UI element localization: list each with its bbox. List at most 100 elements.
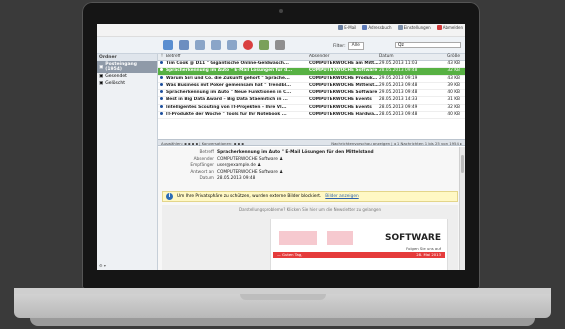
row-from: COMPUTERWOCHE Produkt...	[309, 75, 379, 81]
folder-icon: ▣	[99, 64, 104, 70]
list-pager-bar: Auswählen: ▪ ▪ ▪ ▪ | Konversationen: ▪ ▪…	[158, 139, 465, 146]
table-row[interactable]: Spracherkennung im Auto " E-Mail Lösunge…	[158, 68, 465, 76]
folder-icon: ▣	[99, 74, 104, 79]
filter-label: Filter:	[333, 43, 346, 49]
delete-icon[interactable]	[243, 40, 253, 50]
sidebar-settings-icon[interactable]: ⚙ ▾	[99, 263, 106, 268]
message-date: 28.05.2013 09:48	[217, 176, 256, 181]
message-list: ! Betreff Absender Datum Größe Tim Cook …	[158, 54, 465, 140]
greeting-text: — Guten Tag,	[277, 252, 303, 257]
table-row[interactable]: Intelligentes Scouting von IT-Projekten …	[158, 104, 465, 113]
toplink-1[interactable]: Adressbuch	[362, 25, 392, 30]
newsletter-brand: SOFTWARE	[385, 233, 441, 243]
table-row[interactable]: Tim Cook @ D11 " Gigantische Online-Geld…	[158, 61, 465, 69]
row-subject: IT-Produkte der Woche " Tools für Ihr No…	[166, 112, 287, 118]
row-from: COMPUTERWOCHE Software	[309, 90, 378, 96]
toplink-2[interactable]: Einstellungen	[397, 25, 431, 30]
table-row[interactable]: Warum Siri und Co. die Zukunft gehört " …	[158, 75, 465, 83]
reply-all-icon[interactable]	[211, 40, 221, 50]
row-date: 28.05.2013 14:33	[379, 97, 418, 103]
unread-dot	[160, 61, 163, 64]
unread-dot	[160, 75, 163, 79]
filter-select[interactable]: Alle	[347, 42, 364, 50]
col-subject[interactable]: Betreff	[166, 54, 309, 60]
table-row[interactable]: Was Business mit Poker gemeinsam hat " T…	[158, 82, 465, 91]
table-row[interactable]: Spracherkennung im Auto " Neue Funktione…	[158, 90, 465, 98]
row-date: 29.05.2013 11:03	[379, 61, 418, 66]
toplink-label: Einstellungen	[403, 25, 431, 30]
toplink-label: Abmelden	[442, 25, 463, 30]
row-date: 28.05.2013 09:48	[379, 112, 418, 118]
base-notch	[240, 294, 326, 300]
screen: E-Mail Adressbuch Einstellungen Abmelden Fi…	[97, 24, 465, 270]
row-from: COMPUTERWOCHE Software	[309, 68, 378, 74]
col-size[interactable]: Größe	[434, 54, 460, 60]
blocked-image-placeholder	[327, 231, 353, 245]
col-date[interactable]: Datum	[379, 54, 434, 60]
sidebar-item-0[interactable]: ▣ Posteingang (1954)	[97, 61, 157, 73]
unread-dot	[160, 68, 163, 72]
refresh-mail-icon[interactable]	[163, 40, 173, 50]
select-controls[interactable]: Auswählen: ▪ ▪ ▪ ▪ | Konversationen: ▪ ▪…	[161, 140, 244, 146]
list-header: ! Betreff Absender Datum Größe	[158, 54, 465, 61]
row-date: 28.05.2013 09:49	[379, 104, 418, 110]
row-subject: Tim Cook @ D11 " Gigantische Online-Geld…	[166, 61, 289, 66]
toplink-label: Adressbuch	[368, 25, 392, 30]
row-size: 32 KB	[447, 104, 460, 110]
preview-scrollbar[interactable]	[459, 147, 465, 270]
follow-us-text: Folgen Sie uns auf	[406, 246, 441, 251]
info-icon: i	[166, 193, 173, 200]
sidebar-item-1[interactable]: ▣ Gesendet	[97, 73, 157, 80]
table-row[interactable]: IT-Produkte der Woche " Tools für Ihr No…	[158, 112, 465, 120]
scroll-thumb[interactable]	[461, 155, 464, 173]
row-size: 43 KB	[447, 61, 460, 66]
toplink-3[interactable]: Abmelden	[436, 25, 463, 30]
table-row[interactable]: Best in Big Data Award – Big Data Staemi…	[158, 97, 465, 105]
message-subject: Spracherkennung im Auto " E-Mail Lösunge…	[217, 150, 374, 155]
unread-dot	[160, 82, 163, 86]
newsletter-body: SOFTWARE Folgen Sie uns auf — Guten Tag,…	[270, 219, 448, 270]
message-reply-to[interactable]: COMPUTERWOCHE Software ♟	[217, 170, 283, 175]
camera	[279, 9, 283, 13]
unread-dot-icon	[158, 68, 166, 74]
toplink-icon	[362, 25, 368, 30]
display-problems-text[interactable]: Darstellungsprobleme? Klicken Sie hier u…	[162, 205, 458, 212]
row-date: 29.05.2013 09:19	[379, 75, 418, 81]
unread-dot-icon	[158, 82, 166, 89]
folder-header: Ordner	[97, 54, 157, 61]
unread-dot	[160, 97, 163, 101]
top-links: E-Mail Adressbuch Einstellungen Abmelden	[338, 25, 463, 30]
row-size: 31 KB	[447, 97, 460, 103]
compose-icon[interactable]	[179, 40, 189, 50]
mark-icon[interactable]	[259, 40, 269, 50]
pager[interactable]: Nachrichtenvorschau anzeigen | ◂ 1 Nachr…	[331, 140, 462, 146]
toplink-0[interactable]: E-Mail	[338, 25, 356, 30]
sidebar-item-2[interactable]: ▣ Gelöscht	[97, 80, 157, 87]
unread-dot-icon	[158, 112, 166, 118]
reply-icon[interactable]	[195, 40, 205, 50]
show-images-link[interactable]: Bilder anzeigen	[325, 194, 358, 199]
row-size: 32 KB	[447, 68, 460, 74]
message-to[interactable]: user@example.de ♟	[217, 163, 261, 168]
message-from[interactable]: COMPUTERWOCHE Software ♟	[217, 157, 283, 162]
row-subject: Was Business mit Poker gemeinsam hat " T…	[166, 82, 292, 88]
forward-icon[interactable]	[227, 40, 237, 50]
row-size: 40 KB	[447, 90, 460, 96]
unread-dot-icon	[158, 90, 166, 96]
row-from: COMPUTERWOCHE Hardware	[309, 112, 379, 118]
filter: Filter: Alle	[333, 42, 364, 50]
row-subject: Intelligentes Scouting von IT-Projekten …	[166, 104, 287, 110]
folder-sidebar: Ordner ▣ Posteingang (1954) ▣ Gesendet ▣ Gelö…	[97, 54, 158, 270]
col-flag[interactable]: !	[158, 54, 166, 60]
search-input[interactable]: Qz	[395, 42, 461, 48]
row-subject: Warum Siri und Co. die Zukunft gehört " …	[166, 75, 290, 81]
row-date: 29.05.2013 09:48	[379, 82, 418, 88]
unread-dot	[160, 90, 163, 94]
row-size: 40 KB	[447, 112, 460, 118]
unread-dot-icon	[158, 97, 166, 103]
more-actions-icon[interactable]	[275, 40, 285, 50]
col-from[interactable]: Absender	[309, 54, 379, 60]
row-date: 28.05.2013 09:48	[379, 68, 418, 74]
row-from: COMPUTERWOCHE Events	[309, 97, 372, 103]
unread-dot-icon	[158, 61, 166, 67]
